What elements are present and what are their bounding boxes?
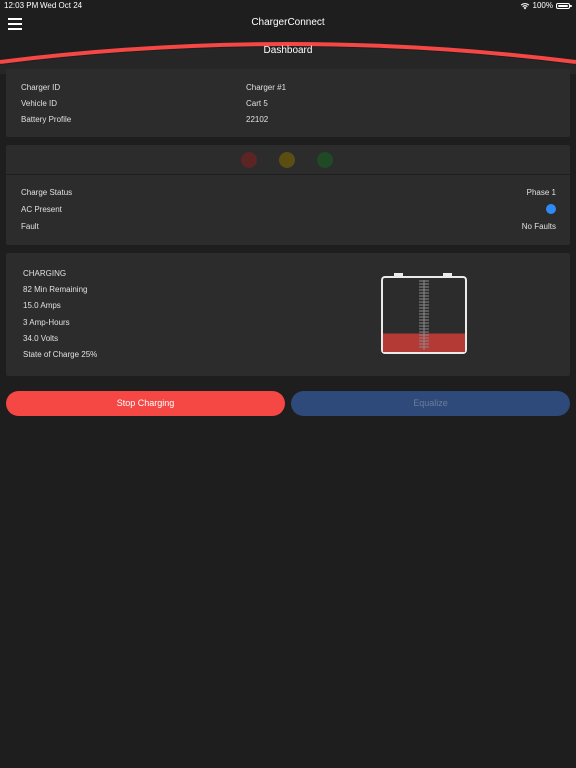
app-title: ChargerConnect [251, 17, 325, 28]
fault-label: Fault [21, 222, 39, 231]
charger-info-card: Charger ID Charger #1 Vehicle ID Cart 5 … [6, 69, 570, 137]
ac-present-label: AC Present [21, 205, 62, 214]
state-of-charge: State of Charge 25% [23, 350, 98, 359]
charging-state: CHARGING [23, 269, 67, 278]
amps-value: 15.0 Amps [23, 301, 61, 310]
status-bar: 12:03 PM Wed Oct 24 100% [0, 0, 576, 12]
led-green-icon [317, 152, 333, 168]
hamburger-icon-line [8, 28, 22, 30]
vehicle-id-label: Vehicle ID [21, 99, 58, 108]
charger-id-label: Charger ID [21, 83, 61, 92]
led-yellow-icon [279, 152, 295, 168]
battery-percent: 100% [532, 1, 553, 10]
page-title: Dashboard [263, 45, 313, 56]
charger-status-card: Charge Status Phase 1 AC Present Fault N… [6, 145, 570, 245]
fault-value: No Faults [521, 222, 556, 231]
battery-profile-label: Battery Profile [21, 115, 72, 124]
stop-charging-button[interactable]: Stop Charging [6, 391, 285, 416]
charge-status-label: Charge Status [21, 188, 73, 197]
status-time: 12:03 PM [4, 1, 39, 10]
battery-profile-value: 22102 [246, 115, 269, 124]
charging-card: CHARGING 82 Min Remaining 15.0 Amps 3 Am… [6, 253, 570, 376]
ac-present-indicator [546, 204, 556, 214]
battery-icon [556, 2, 572, 9]
battery-level-icon [381, 273, 467, 354]
status-right: 100% [520, 1, 572, 10]
status-date: Wed Oct 24 [40, 1, 83, 10]
volts-value: 34.0 Volts [23, 334, 59, 343]
led-red-icon [241, 152, 257, 168]
charger-id-value: Charger #1 [246, 83, 287, 92]
divider [6, 174, 570, 175]
minutes-remaining: 82 Min Remaining [23, 285, 88, 294]
app-header: ChargerConnect Dashboard [0, 12, 576, 74]
amp-hours-value: 3 Amp-Hours [23, 318, 70, 327]
charge-status-value: Phase 1 [526, 188, 556, 197]
equalize-button[interactable]: Equalize [291, 391, 570, 416]
wifi-icon [520, 2, 529, 9]
vehicle-id-value: Cart 5 [246, 99, 268, 108]
